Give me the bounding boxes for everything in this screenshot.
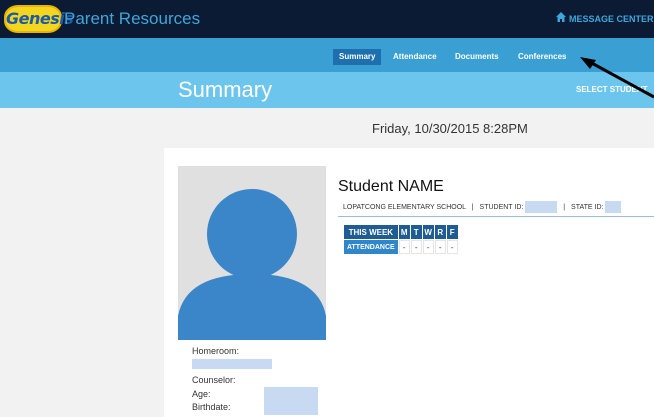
annotation-arrow [580, 57, 654, 99]
